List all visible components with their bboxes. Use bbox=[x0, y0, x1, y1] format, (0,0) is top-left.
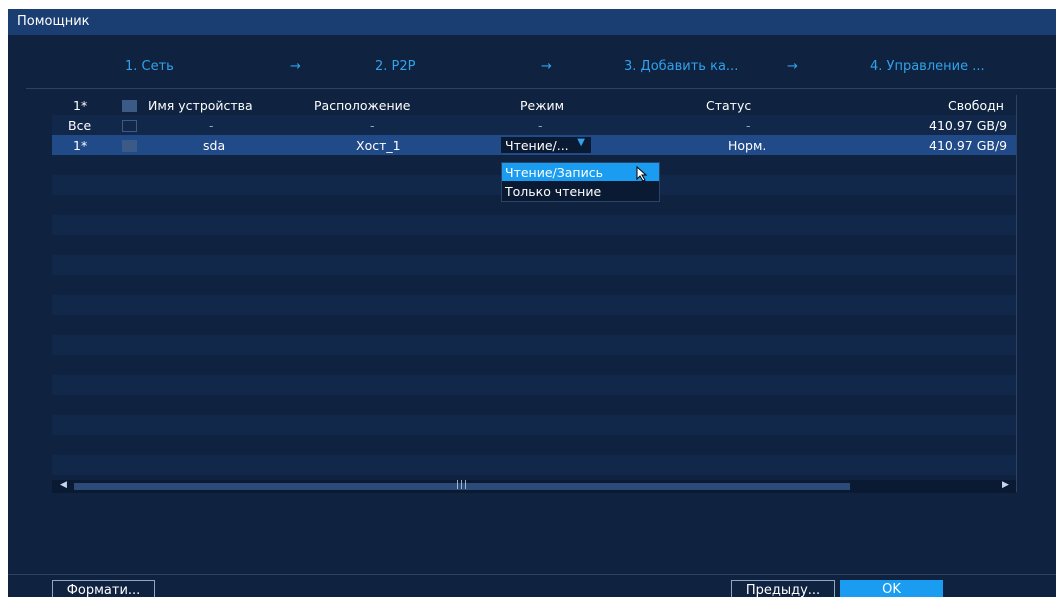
mode-select-value: Чтение/... bbox=[505, 138, 569, 153]
header-device-name[interactable]: Имя устройства bbox=[148, 98, 253, 113]
step-arrow-icon: → bbox=[787, 59, 798, 74]
row-location: - bbox=[370, 118, 375, 133]
header-location[interactable]: Расположение bbox=[314, 98, 410, 113]
row-device-name: sda bbox=[203, 138, 226, 153]
scroll-left-icon[interactable]: ◀ bbox=[60, 480, 67, 490]
disk-table: 1* Имя устройства Расположение Режим Ста… bbox=[52, 95, 1017, 492]
setup-wizard-window: Помощник 1. Сеть → 2. P2P → 3. Добавить … bbox=[8, 9, 1056, 597]
title-bar: Помощник bbox=[8, 9, 1056, 35]
format-button[interactable]: Формати... bbox=[52, 580, 155, 597]
chevron-down-icon: ▼ bbox=[577, 137, 585, 148]
mode-option-read-only[interactable]: Только чтение bbox=[502, 182, 659, 200]
header-free-space[interactable]: Свободн bbox=[948, 98, 1016, 113]
mode-select[interactable]: Чтение/... ▼ bbox=[501, 137, 591, 153]
step-add-camera[interactable]: 3. Добавить ка... bbox=[624, 59, 738, 74]
wizard-steps: 1. Сеть → 2. P2P → 3. Добавить ка... → 4… bbox=[8, 35, 1056, 87]
row-status: - bbox=[746, 118, 751, 133]
previous-button[interactable]: Предыду... bbox=[731, 580, 835, 597]
mode-option-label: Чтение/Запись bbox=[505, 165, 603, 180]
scrollbar-grip-icon: ||| bbox=[456, 480, 469, 490]
ok-button[interactable]: OK bbox=[840, 580, 943, 597]
header-status[interactable]: Статус bbox=[706, 98, 751, 113]
step-arrow-icon: → bbox=[290, 59, 301, 74]
table-row-all[interactable]: Все - - - - 410.97 GB/9 bbox=[52, 115, 1016, 135]
table-header: 1* Имя устройства Расположение Режим Ста… bbox=[52, 95, 1016, 115]
footer-divider bbox=[8, 574, 1056, 575]
row-index: Все bbox=[68, 118, 92, 133]
step-arrow-icon: → bbox=[541, 59, 552, 74]
mode-option-label: Только чтение bbox=[505, 184, 602, 199]
row-status: Норм. bbox=[728, 138, 767, 153]
mouse-cursor-icon bbox=[636, 166, 648, 182]
row-checkbox[interactable] bbox=[122, 120, 137, 132]
scroll-right-icon[interactable]: ▶ bbox=[1002, 480, 1009, 490]
row-checkbox[interactable] bbox=[122, 140, 137, 152]
mode-option-read-write[interactable]: Чтение/Запись bbox=[502, 163, 659, 182]
row-location: Хост_1 bbox=[356, 138, 401, 153]
step-p2p[interactable]: 2. P2P bbox=[375, 59, 416, 74]
row-device-name: - bbox=[209, 118, 214, 133]
row-free-space: 410.97 GB/9 bbox=[929, 138, 1008, 153]
window-title: Помощник bbox=[17, 14, 90, 29]
select-all-checkbox[interactable] bbox=[122, 100, 137, 112]
row-mode: - bbox=[538, 118, 543, 133]
row-index: 1* bbox=[73, 138, 88, 153]
step-management[interactable]: 4. Управление ... bbox=[870, 59, 985, 74]
horizontal-scrollbar[interactable]: ◀ ||| ▶ bbox=[52, 480, 1016, 493]
steps-divider bbox=[26, 88, 1056, 89]
step-network[interactable]: 1. Сеть bbox=[125, 59, 174, 74]
header-mode[interactable]: Режим bbox=[520, 98, 564, 113]
header-index: 1* bbox=[73, 98, 88, 113]
row-free-space: 410.97 GB/9 bbox=[929, 118, 1008, 133]
mode-dropdown-menu: Чтение/Запись Только чтение bbox=[501, 162, 660, 202]
table-row[interactable]: 1* sda Хост_1 Чтение/... ▼ Норм. 410.97 … bbox=[52, 135, 1016, 155]
